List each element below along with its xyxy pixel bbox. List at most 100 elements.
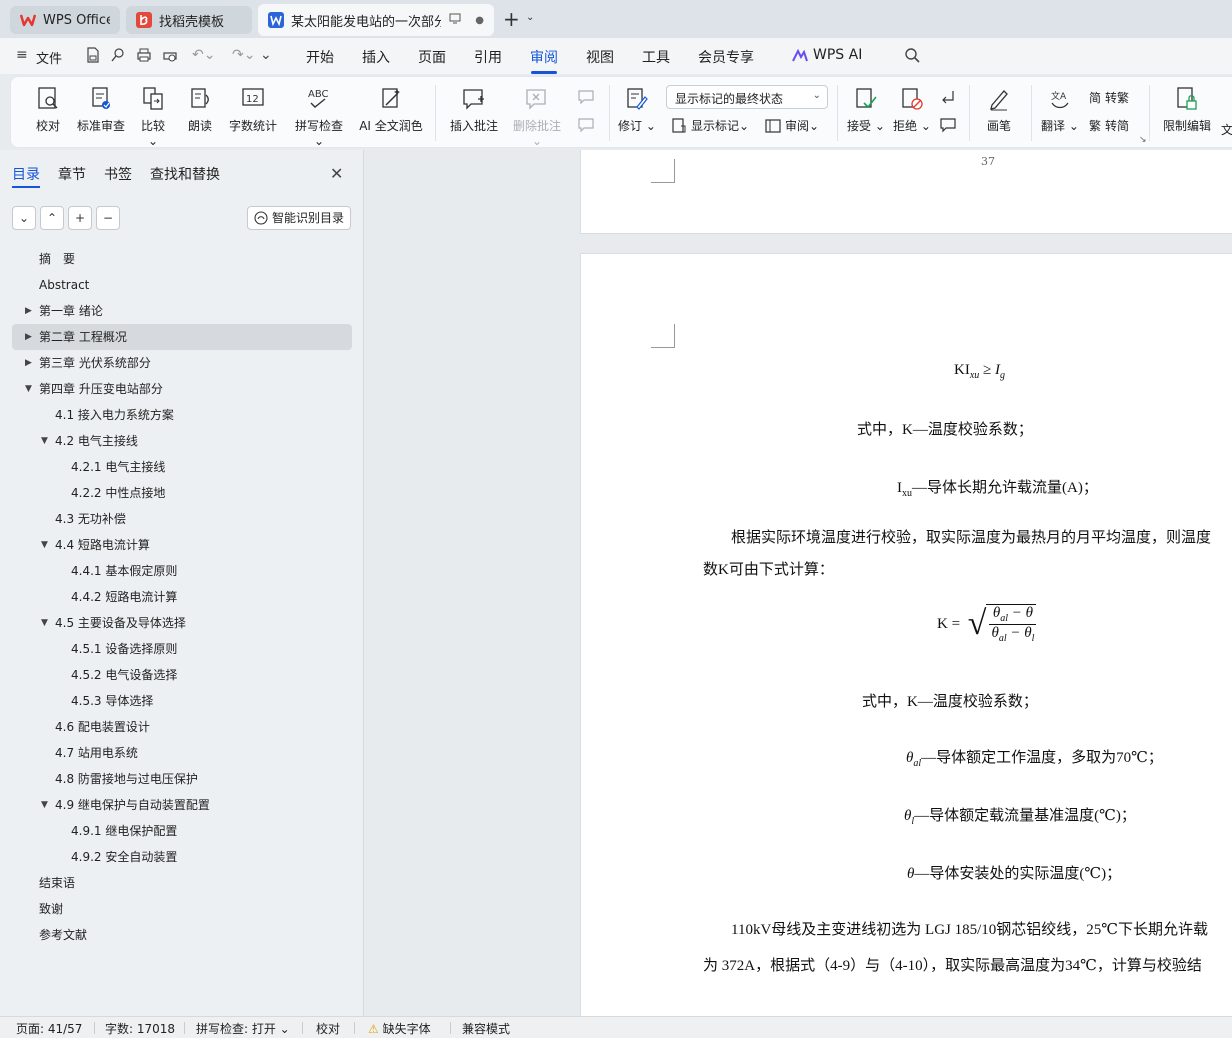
markup-state-select[interactable]: 显示标记的最终状态 ⌄ (666, 85, 828, 109)
hamburger-icon[interactable]: ≡ (16, 47, 28, 63)
ink-button[interactable]: 画笔 (983, 85, 1015, 134)
toc-item[interactable]: 参考文献 (12, 922, 352, 948)
toc-item[interactable]: Abstract (12, 272, 352, 298)
menu-review[interactable]: 审阅 (530, 47, 558, 67)
caret-down-icon[interactable]: ▼ (41, 532, 48, 558)
tab-docer-templates[interactable]: 找稻壳模板 (126, 6, 252, 34)
word-count-button[interactable]: 12 字数统计 (227, 85, 279, 134)
menu-wps-ai[interactable]: WPS AI (813, 47, 862, 63)
nav-tab-bookmarks[interactable]: 书签 (104, 164, 132, 184)
toc-item[interactable]: 4.8 防雷接地与过电压保护 (12, 766, 352, 792)
truncated-ribbon-button[interactable]: 文 (1221, 121, 1232, 138)
delete-comment-button[interactable]: 删除批注 ⌄ (507, 85, 567, 148)
toc-item[interactable]: 4.5.2 电气设备选择 (12, 662, 352, 688)
reject-button[interactable]: 拒绝 ⌄ (893, 85, 931, 134)
toc-item[interactable]: 4.6 配电装置设计 (12, 714, 352, 740)
translate-button[interactable]: 文A 翻译 ⌄ (1041, 85, 1079, 134)
menu-page[interactable]: 页面 (418, 47, 446, 67)
caret-right-icon[interactable]: ▶ (25, 350, 32, 376)
undo-icon[interactable]: ↶⌄ (192, 47, 215, 63)
caret-down-icon[interactable]: ▼ (41, 610, 48, 636)
close-icon[interactable]: ✕ (330, 164, 343, 183)
toc-item[interactable]: 4.7 站用电系统 (12, 740, 352, 766)
expand-group-icon[interactable]: ↘ (1139, 135, 1147, 145)
new-tab-plus-icon[interactable]: + (503, 8, 520, 30)
nav-tab-chapters[interactable]: 章节 (58, 164, 86, 184)
unsaved-dot-icon[interactable]: ● (475, 15, 484, 26)
menu-home[interactable]: 开始 (306, 47, 334, 67)
caret-right-icon[interactable]: ▶ (25, 298, 32, 324)
toc-item[interactable]: 摘 要 (12, 246, 352, 272)
proofread-button[interactable]: 校对 (33, 85, 63, 134)
toc-item[interactable]: 4.1 接入电力系统方案 (12, 402, 352, 428)
remove-heading-button[interactable]: − (96, 206, 120, 230)
caret-down-icon[interactable]: ▼ (41, 792, 48, 818)
ai-polish-button[interactable]: AI 全文润色 (357, 85, 425, 134)
next-change-button[interactable] (939, 117, 957, 133)
to-simplified-button[interactable]: 繁 转简 (1089, 117, 1129, 134)
menu-file[interactable]: 文件 (36, 48, 62, 67)
status-missing-font[interactable]: ⚠ 缺失字体 (368, 1020, 431, 1037)
document-page[interactable]: KIxu ≥ Ig 式中，K—温度校验系数； Ixu—导体长期允许载流量(A)；… (580, 253, 1232, 1016)
caret-down-icon[interactable]: ▼ (41, 428, 48, 454)
toc-item[interactable]: ▼ 4.2 电气主接线 (12, 428, 352, 454)
add-heading-button[interactable]: + (68, 206, 92, 230)
toc-item[interactable]: ▼ 4.9 继电保护与自动装置配置 (12, 792, 352, 818)
more-chevron-icon[interactable]: ⌄ (260, 47, 272, 63)
toc-item[interactable]: ▼ 第四章 升压变电站部分 (12, 376, 352, 402)
accept-button[interactable]: 接受 ⌄ (847, 85, 885, 134)
redo-icon[interactable]: ↷⌄ (232, 47, 255, 63)
chevron-down-icon[interactable]: ⌄ (526, 12, 534, 23)
status-spell-check[interactable]: 拼写检查: 打开 ⌄ (196, 1020, 290, 1037)
toc-item[interactable]: 4.9.2 安全自动装置 (12, 844, 352, 870)
menu-insert[interactable]: 插入 (362, 47, 390, 67)
show-markup-button[interactable]: 显示标记 ⌄ (671, 117, 749, 134)
caret-right-icon[interactable]: ▶ (25, 324, 32, 350)
compare-button[interactable]: 比较 ⌄ (135, 85, 171, 148)
restrict-edit-button[interactable]: 限制编辑 (1161, 85, 1213, 134)
status-proofread[interactable]: 校对 (316, 1020, 340, 1037)
menu-tools[interactable]: 工具 (642, 47, 670, 67)
toc-item[interactable]: ▶ 第二章 工程概况 (12, 324, 352, 350)
insert-comment-button[interactable]: 插入批注 (449, 85, 499, 134)
caret-down-icon[interactable]: ▼ (25, 376, 32, 402)
spell-check-button[interactable]: ABC 拼写检查 ⌄ (289, 85, 349, 148)
standard-review-button[interactable]: 标准审查 (75, 85, 127, 134)
search-doc-icon[interactable] (111, 47, 125, 67)
toc-item[interactable]: ▶ 第一章 绪论 (12, 298, 352, 324)
toc-item[interactable]: 4.4.1 基本假定原则 (12, 558, 352, 584)
review-pane-button[interactable]: 审阅 ⌄ (765, 117, 819, 134)
menu-membership[interactable]: 会员专享 (698, 47, 754, 67)
track-changes-button[interactable]: 修订 ⌄ (617, 85, 657, 134)
to-traditional-button[interactable]: 简 转繁 (1089, 89, 1129, 106)
toc-item[interactable]: 4.2.1 电气主接线 (12, 454, 352, 480)
next-comment-button[interactable] (577, 117, 595, 133)
toc-item[interactable]: ▼ 4.5 主要设备及导体选择 (12, 610, 352, 636)
menu-view[interactable]: 视图 (586, 47, 614, 67)
toc-item[interactable]: 4.3 无功补偿 (12, 506, 352, 532)
expand-up-button[interactable]: ⌃ (40, 206, 64, 230)
print-icon[interactable] (136, 47, 152, 67)
collapse-all-button[interactable]: ⌄ (12, 206, 36, 230)
toc-item[interactable]: 4.2.2 中性点接地 (12, 480, 352, 506)
toc-item[interactable]: 致谢 (12, 896, 352, 922)
read-aloud-button[interactable]: 朗读 (187, 85, 213, 134)
status-word-count[interactable]: 字数: 17018 (105, 1020, 175, 1037)
toc-item[interactable]: 结束语 (12, 870, 352, 896)
toc-item[interactable]: ▶ 第三章 光伏系统部分 (12, 350, 352, 376)
status-page[interactable]: 页面: 41/57 (16, 1020, 82, 1037)
previous-comment-button[interactable] (577, 89, 595, 105)
nav-tab-find-replace[interactable]: 查找和替换 (150, 164, 220, 184)
toc-item[interactable]: 4.9.1 继电保护配置 (12, 818, 352, 844)
search-icon[interactable] (904, 47, 920, 67)
print-preview-icon[interactable] (162, 47, 178, 67)
toc-item[interactable]: 4.5.1 设备选择原则 (12, 636, 352, 662)
previous-change-button[interactable] (939, 89, 957, 105)
new-doc-icon[interactable] (86, 47, 100, 67)
monitor-icon[interactable] (449, 13, 461, 27)
tab-document[interactable]: 某太阳能发电站的一次部分设 ● (258, 4, 494, 36)
toc-item[interactable]: ▼ 4.4 短路电流计算 (12, 532, 352, 558)
toc-item[interactable]: 4.4.2 短路电流计算 (12, 584, 352, 610)
toc-item[interactable]: 4.5.3 导体选择 (12, 688, 352, 714)
smart-toc-button[interactable]: 智能识别目录 (247, 206, 351, 230)
